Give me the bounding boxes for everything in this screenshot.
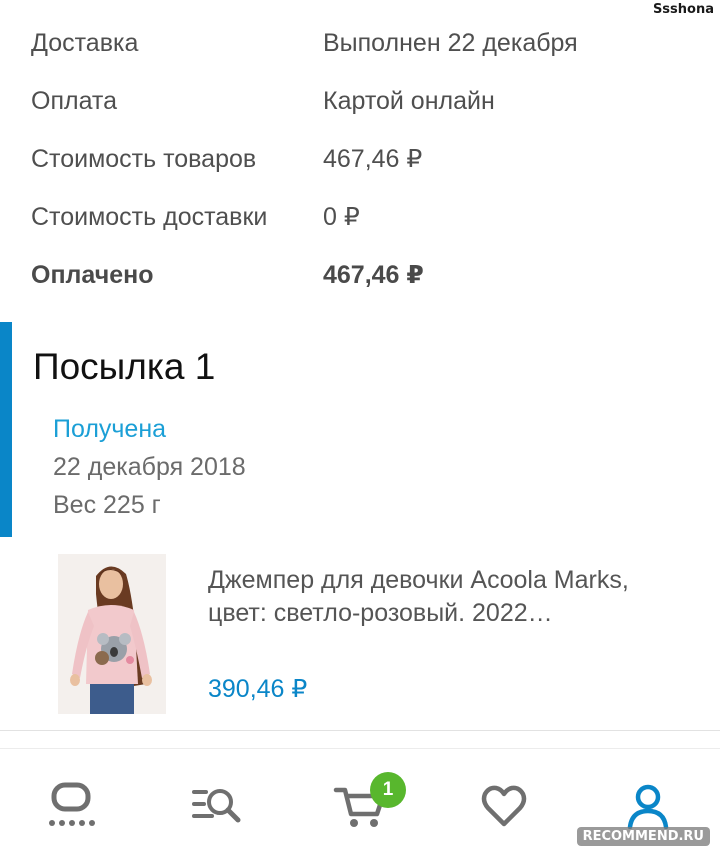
info-row-goods-cost: Стоимость товаров 467,46 ₽ [31,139,720,179]
product-price: 390,46 ₽ [208,675,308,703]
product-photo-illustration [58,554,166,714]
parcel-accent-bar [0,322,12,537]
info-label: Стоимость доставки [31,202,268,231]
profile-icon [627,784,669,829]
info-value: 0 ₽ [323,203,360,231]
nav-divider [0,748,720,749]
info-label: Стоимость товаров [31,144,257,173]
info-row-delivery-cost: Стоимость доставки 0 ₽ [31,197,720,237]
nav-catalog-search[interactable] [144,750,288,862]
info-label: Оплата [31,86,117,115]
nav-home[interactable] [0,750,144,862]
info-label: Оплачено [31,260,154,289]
product-image[interactable] [58,554,166,714]
info-row-payment: Оплата Картой онлайн [31,81,720,121]
cart-count-badge: 1 [370,772,406,808]
product-name[interactable]: Джемпер для девочки Acoola Marks, цвет: … [208,564,688,630]
section-divider [0,730,720,731]
parcel-title: Посылка 1 [33,346,216,387]
home-icon [49,782,95,826]
favorites-icon [481,785,527,827]
info-value: 467,46 ₽ [323,145,423,173]
info-row-paid: Оплачено 467,46 ₽ [31,255,720,295]
nav-cart[interactable]: 1 [288,750,432,862]
info-value: Картой онлайн [323,86,495,115]
parcel-weight: Вес 225 г [53,491,161,519]
parcel-date: 22 декабря 2018 [53,453,246,481]
parcel-status: Получена [53,415,167,443]
catalog-search-icon [192,789,241,823]
info-label: Доставка [31,28,139,57]
info-value: Выполнен 22 декабря [323,28,578,57]
info-value: 467,46 ₽ [323,261,424,289]
recommend-watermark: RECOMMEND.RU [576,827,710,846]
info-row-delivery: Доставка Выполнен 22 декабря [31,23,720,63]
nav-favorites[interactable] [432,750,576,862]
username: Ssshona [652,2,714,17]
